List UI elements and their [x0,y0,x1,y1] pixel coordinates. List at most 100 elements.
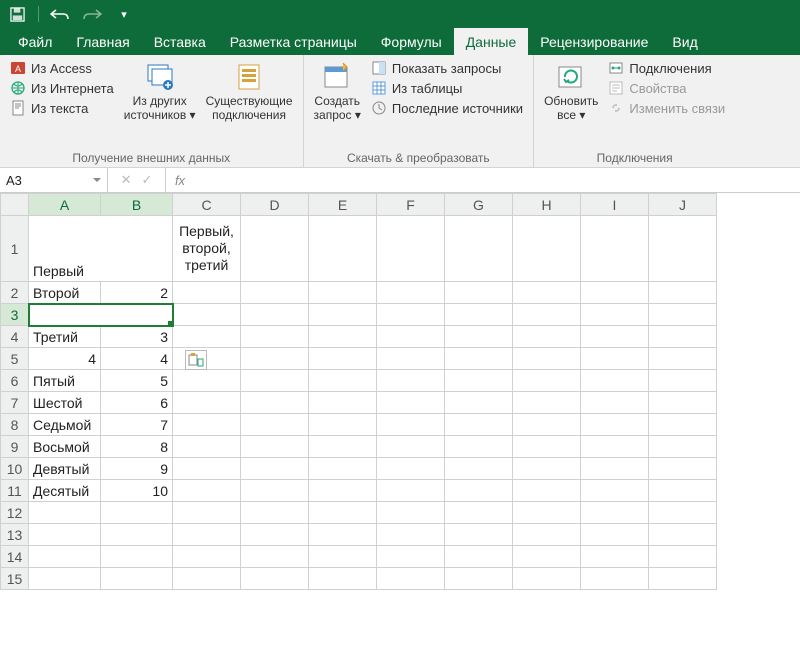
cell[interactable] [101,568,173,590]
row-header[interactable]: 7 [1,392,29,414]
cell[interactable] [513,436,581,458]
cell[interactable] [241,436,309,458]
cell[interactable] [581,304,649,326]
from-web-button[interactable]: Из Интернета [8,79,116,97]
cell[interactable] [513,568,581,590]
cell[interactable] [29,546,101,568]
cell[interactable] [581,370,649,392]
row-header[interactable]: 11 [1,480,29,502]
cell[interactable] [173,458,241,480]
cell[interactable] [377,392,445,414]
from-access-button[interactable]: AИз Access [8,59,116,77]
cell[interactable] [241,348,309,370]
cell[interactable] [581,502,649,524]
cell[interactable] [445,436,513,458]
cell[interactable] [445,480,513,502]
cell[interactable] [445,414,513,436]
cell[interactable] [309,502,377,524]
cell[interactable] [513,502,581,524]
cell[interactable] [649,480,717,502]
cell[interactable] [445,370,513,392]
fx-label[interactable]: fx [166,168,194,192]
cell[interactable] [513,326,581,348]
cell[interactable] [309,414,377,436]
cell[interactable] [649,502,717,524]
row-header[interactable]: 10 [1,458,29,480]
cell[interactable] [377,370,445,392]
properties-button[interactable]: Свойства [606,79,727,97]
cell[interactable] [29,524,101,546]
row-header[interactable]: 14 [1,546,29,568]
new-query-button[interactable]: Создать запрос ▾ [312,59,363,125]
cell[interactable] [173,282,241,304]
cell[interactable] [377,414,445,436]
cell[interactable] [513,546,581,568]
cell[interactable] [241,216,309,282]
name-box[interactable]: A3 [0,168,108,192]
cell[interactable]: 5 [101,370,173,392]
cell[interactable] [173,546,241,568]
cell[interactable] [445,216,513,282]
tab-formulas[interactable]: Формулы [369,28,454,55]
cell[interactable] [309,546,377,568]
cell[interactable] [581,392,649,414]
cell[interactable] [445,568,513,590]
cell[interactable] [445,458,513,480]
cell[interactable]: Восьмой [29,436,101,458]
cell[interactable] [581,414,649,436]
cell[interactable] [241,458,309,480]
row-header[interactable]: 5 [1,348,29,370]
cell[interactable]: Шестой [29,392,101,414]
tab-file[interactable]: Файл [6,28,64,55]
cell[interactable] [445,502,513,524]
paste-options-button[interactable] [185,350,207,370]
cell[interactable] [173,304,241,326]
cell[interactable] [241,392,309,414]
cell[interactable] [309,348,377,370]
cell[interactable] [445,282,513,304]
cell[interactable] [649,524,717,546]
undo-button[interactable] [49,3,71,25]
cell[interactable] [513,414,581,436]
cell[interactable]: Первый, второй, третий [173,216,241,282]
column-header[interactable]: B [101,194,173,216]
cell[interactable] [101,546,173,568]
row-header[interactable]: 4 [1,326,29,348]
tab-insert[interactable]: Вставка [142,28,218,55]
select-all-corner[interactable] [1,194,29,216]
cell[interactable] [649,414,717,436]
cell[interactable] [513,392,581,414]
cell[interactable] [377,524,445,546]
cell[interactable] [309,392,377,414]
cell[interactable] [29,502,101,524]
cell[interactable] [581,436,649,458]
cell[interactable]: Второй [29,282,101,304]
cell[interactable] [513,524,581,546]
cell[interactable] [101,524,173,546]
from-table-button[interactable]: Из таблицы [369,79,525,97]
tab-data[interactable]: Данные [454,28,529,55]
cell[interactable] [649,568,717,590]
cell[interactable]: 9 [101,458,173,480]
cell[interactable] [101,502,173,524]
tab-home[interactable]: Главная [64,28,141,55]
cell[interactable] [309,282,377,304]
cell[interactable]: Третий [29,326,101,348]
cell[interactable] [173,414,241,436]
existing-connections-button[interactable]: Существующие подключения [204,59,295,125]
cell[interactable]: Десятый [29,480,101,502]
column-header[interactable]: C [173,194,241,216]
cell[interactable] [241,370,309,392]
cell[interactable]: 8 [101,436,173,458]
cell[interactable] [241,546,309,568]
cell[interactable] [241,502,309,524]
cell[interactable] [173,370,241,392]
from-other-sources-button[interactable]: Из других источников ▾ [122,59,198,125]
cell[interactable] [377,348,445,370]
cell[interactable] [309,326,377,348]
cell[interactable]: Седьмой [29,414,101,436]
cell[interactable] [581,326,649,348]
cell[interactable] [377,216,445,282]
tab-layout[interactable]: Разметка страницы [218,28,369,55]
cell[interactable]: 6 [101,392,173,414]
